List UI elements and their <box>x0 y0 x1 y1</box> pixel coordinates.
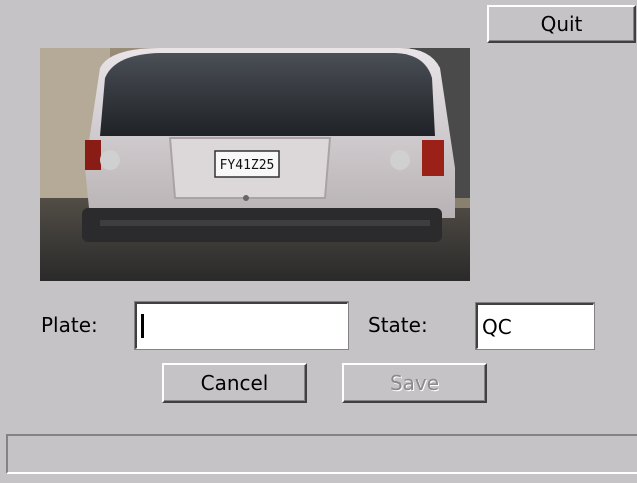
vehicle-rear-image: FY41Z25 <box>40 48 470 281</box>
status-bar <box>6 434 637 474</box>
cancel-button[interactable]: Cancel <box>162 363 307 403</box>
quit-button[interactable]: Quit <box>487 5 636 43</box>
plate-input[interactable] <box>134 301 349 350</box>
save-button-label: Save <box>389 371 440 395</box>
plate-label: Plate: <box>41 313 98 337</box>
state-label: State: <box>368 313 428 337</box>
state-input-value: QC <box>482 314 512 339</box>
cancel-button-label: Cancel <box>200 371 269 395</box>
vehicle-photo: FY41Z25 <box>40 48 470 281</box>
license-plate-text: FY41Z25 <box>220 158 275 173</box>
text-caret <box>141 314 144 338</box>
quit-button-label: Quit <box>540 12 583 36</box>
state-input[interactable]: QC <box>475 302 595 350</box>
save-button[interactable]: Save <box>342 363 487 403</box>
